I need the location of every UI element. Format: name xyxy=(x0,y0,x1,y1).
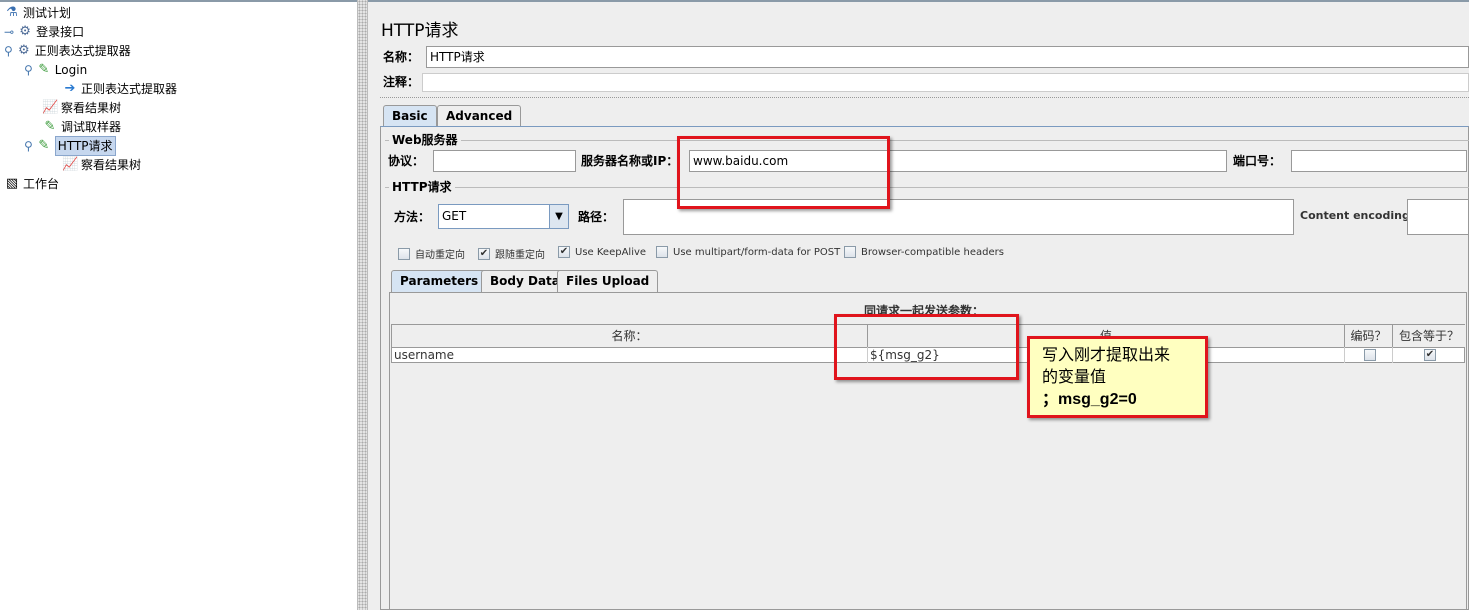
test-plan-tree[interactable]: ⚗ 测试计划 ⊸ ⚙ 登录接口 ⚲ ⚙ 正则表达式提取器 ⚲ ✎ Login ➔ 正则表达式提取… xyxy=(0,0,357,610)
method-select[interactable]: GET ▼ xyxy=(438,204,569,229)
keepalive-checkbox[interactable]: ✔ Use KeepAlive xyxy=(558,246,646,258)
tree-node-http-request[interactable]: ⚲ ✎ HTTP请求 xyxy=(24,136,116,156)
extractor-icon: ➔ xyxy=(64,81,76,96)
gear-icon: ⚙ xyxy=(17,43,30,58)
multipart-checkbox[interactable]: Use multipart/form-data for POST xyxy=(656,246,840,258)
protocol-label: 协议： xyxy=(388,154,425,168)
http-group: HTTP请求 xyxy=(385,178,1469,195)
column-header-include-equals[interactable]: 包含等于？ xyxy=(1393,325,1465,347)
divider[interactable] xyxy=(380,97,1469,98)
column-header-encode[interactable]: 编码？ xyxy=(1345,325,1393,347)
port-input[interactable] xyxy=(1291,150,1467,172)
tree-node-login[interactable]: ⚲ ✎ Login xyxy=(24,61,87,79)
comment-input[interactable] xyxy=(422,73,1469,92)
tree-node-login-group[interactable]: ⊸ ⚙ 登录接口 xyxy=(4,23,84,41)
comment-label: 注释： xyxy=(383,75,420,89)
tree-node-results-tree[interactable]: 📈 察看结果树 xyxy=(42,99,121,117)
flask-icon: ⚗ xyxy=(6,5,18,20)
tab-advanced[interactable]: Advanced xyxy=(437,105,522,127)
splitter[interactable] xyxy=(357,0,368,610)
tree-node-workbench[interactable]: ▧ 工作台 xyxy=(4,175,59,193)
chevron-down-icon[interactable]: ▼ xyxy=(549,205,568,228)
tab-files-upload[interactable]: Files Upload xyxy=(557,270,659,292)
port-label: 端口号： xyxy=(1233,154,1282,168)
highlight-box-value xyxy=(834,314,1019,380)
include-equals-checkbox[interactable]: ✔ xyxy=(1424,349,1436,361)
protocol-input[interactable] xyxy=(433,150,576,172)
tab-body-data[interactable]: Body Data xyxy=(481,270,569,292)
name-label: 名称： xyxy=(383,50,420,64)
follow-redirect-checkbox[interactable]: ✔ 跟随重定向 xyxy=(478,246,545,261)
annotation-callout: 写入刚才提取出来 的变量值 ；msg_g2=0 xyxy=(1027,336,1208,418)
workbench-icon: ▧ xyxy=(5,176,19,191)
chart-icon: 📈 xyxy=(42,100,59,115)
tab-basic[interactable]: Basic xyxy=(383,105,437,127)
path-label: 路径： xyxy=(578,210,615,224)
web-server-group: Web服务器 xyxy=(385,131,1469,148)
chart-icon: 📈 xyxy=(62,157,79,172)
gear-icon: ⚙ xyxy=(19,24,31,39)
tree-node-regex-group[interactable]: ⚲ ⚙ 正则表达式提取器 xyxy=(4,42,131,60)
tree-node-debug-sampler[interactable]: ✎ 调试取样器 xyxy=(42,118,121,136)
highlight-box-server xyxy=(677,136,890,209)
encoding-input[interactable] xyxy=(1407,199,1469,235)
pipette-icon: ✎ xyxy=(38,62,50,77)
method-label: 方法： xyxy=(394,210,431,224)
encoding-label: Content encoding: xyxy=(1300,209,1415,222)
page-title: HTTP请求 xyxy=(381,21,459,41)
tree-node-test-plan[interactable]: ⚗ 测试计划 xyxy=(4,4,71,22)
name-input[interactable]: HTTP请求 xyxy=(426,46,1469,68)
server-label: 服务器名称或IP： xyxy=(581,154,679,168)
encode-checkbox[interactable] xyxy=(1363,349,1376,361)
tab-parameters[interactable]: Parameters xyxy=(391,270,488,292)
tree-node-regex-extractor[interactable]: ➔ 正则表达式提取器 xyxy=(62,80,177,98)
tree-node-results-tree-2[interactable]: 📈 察看结果树 xyxy=(62,156,141,174)
browser-headers-checkbox[interactable]: Browser-compatible headers xyxy=(844,246,1004,258)
column-header-name[interactable]: 名称： xyxy=(392,325,868,347)
http-request-panel: HTTP请求 名称： HTTP请求 注释： Basic Advanced Web… xyxy=(368,0,1469,610)
param-name-cell[interactable]: username xyxy=(392,347,868,363)
pipette-icon: ✎ xyxy=(44,119,56,134)
auto-redirect-checkbox[interactable]: 自动重定向 xyxy=(398,246,465,261)
pipette-icon: ✎ xyxy=(38,138,50,153)
